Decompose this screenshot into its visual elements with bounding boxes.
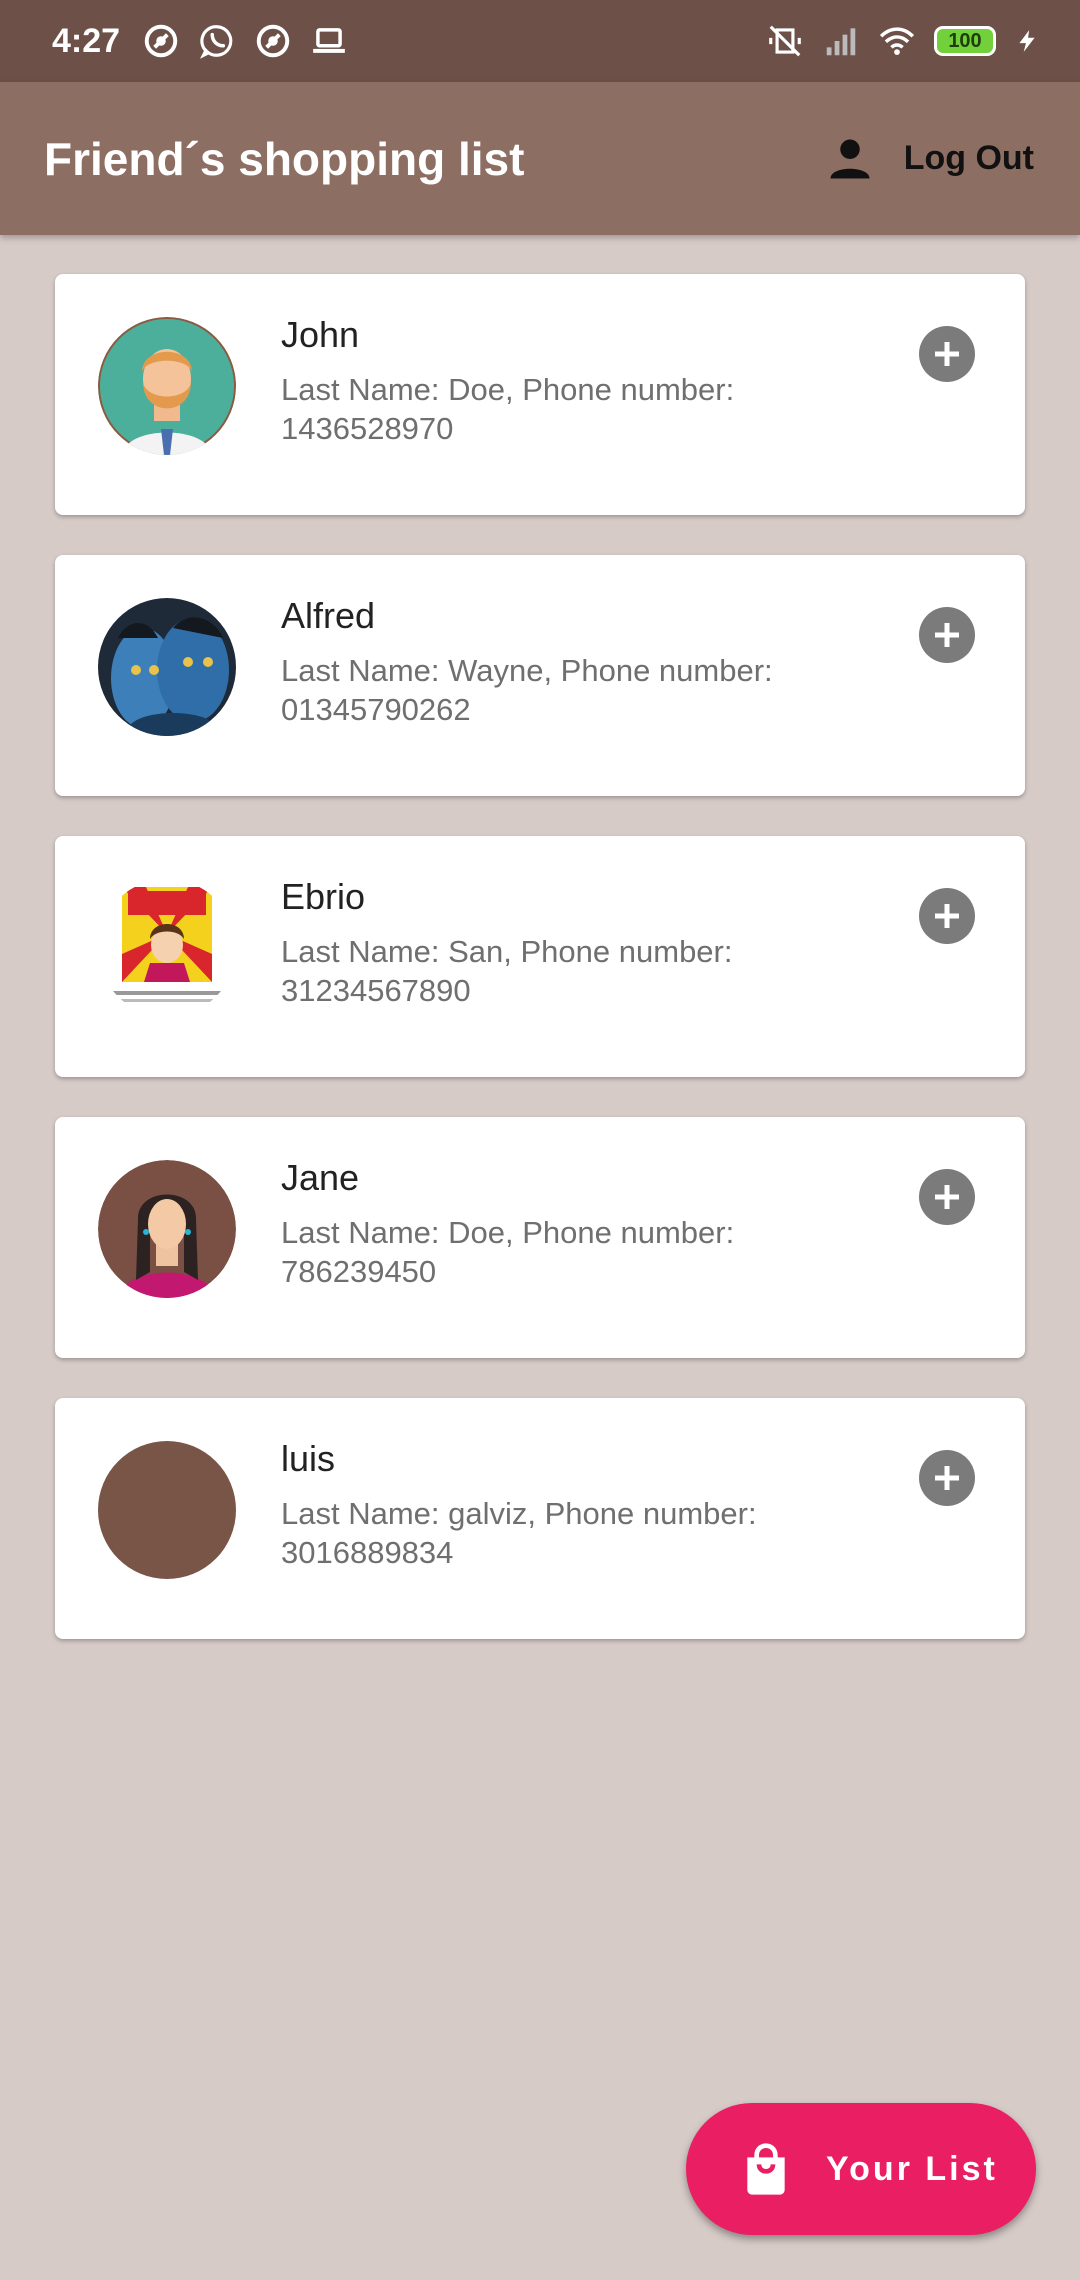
your-list-button[interactable]: Your List: [686, 2103, 1036, 2235]
plus-icon: [935, 623, 959, 647]
friend-card-jane[interactable]: Jane Last Name: Doe, Phone number: 78623…: [55, 1117, 1025, 1358]
plus-icon: [935, 1185, 959, 1209]
app-bar: Friend´s shopping list Log Out: [0, 82, 1080, 235]
logout-label: Log Out: [903, 139, 1034, 177]
your-list-label: Your List: [826, 2149, 998, 2188]
vibrate-off-icon: [769, 25, 801, 57]
friend-details: Last Name: Doe, Phone number: 1436528970: [281, 372, 735, 446]
friend-details: Last Name: Doe, Phone number: 786239450: [281, 1215, 735, 1289]
plus-icon: [935, 342, 959, 366]
friend-details: Last Name: Wayne, Phone number: 01345790…: [281, 653, 773, 727]
friend-name: luis: [281, 1438, 336, 1479]
friend-details: Last Name: San, Phone number: 3123456789…: [281, 934, 733, 1008]
notification-icon: [144, 24, 178, 58]
add-button[interactable]: [919, 607, 975, 663]
friend-card-luis[interactable]: luis Last Name: galviz, Phone number: 30…: [55, 1398, 1025, 1639]
notification-icon: [256, 24, 290, 58]
wifi-icon: [879, 27, 915, 55]
friend-name: John: [281, 314, 360, 355]
add-button[interactable]: [919, 1450, 975, 1506]
avatar: [98, 317, 236, 455]
add-button[interactable]: [919, 1169, 975, 1225]
avatar: [98, 1441, 236, 1579]
friend-name: Alfred: [281, 595, 376, 636]
page-title: Friend´s shopping list: [44, 132, 525, 185]
friend-name: Ebrio: [281, 876, 366, 917]
shopping-bag-icon: [747, 2143, 785, 2195]
whatsapp-icon: [200, 25, 233, 59]
avatar: [98, 598, 236, 736]
add-button[interactable]: [919, 888, 975, 944]
plus-icon: [935, 1466, 959, 1490]
avatar: [98, 879, 236, 1017]
friend-card-john[interactable]: John Last Name: Doe, Phone number: 14365…: [55, 274, 1025, 515]
laptop-icon: [313, 28, 345, 53]
status-time: 4:27: [52, 21, 121, 60]
friend-card-alfred[interactable]: Alfred Last Name: Wayne, Phone number: 0…: [55, 555, 1025, 796]
person-icon: [830, 139, 870, 178]
logout-button[interactable]: Log Out: [824, 133, 1034, 185]
status-bar: 4:27 100: [0, 0, 1080, 82]
avatar: [98, 1160, 236, 1298]
battery-icon: 100: [934, 26, 996, 56]
friend-details: Last Name: galviz, Phone number: 3016889…: [281, 1496, 757, 1570]
signal-icon: [826, 28, 856, 56]
charging-icon: [1019, 30, 1035, 52]
friend-name: Jane: [281, 1157, 360, 1198]
friend-list: John Last Name: Doe, Phone number: 14365…: [55, 274, 1025, 1679]
plus-icon: [935, 904, 959, 928]
friend-card-ebrio[interactable]: Ebrio Last Name: San, Phone number: 3123…: [55, 836, 1025, 1077]
add-button[interactable]: [919, 326, 975, 382]
